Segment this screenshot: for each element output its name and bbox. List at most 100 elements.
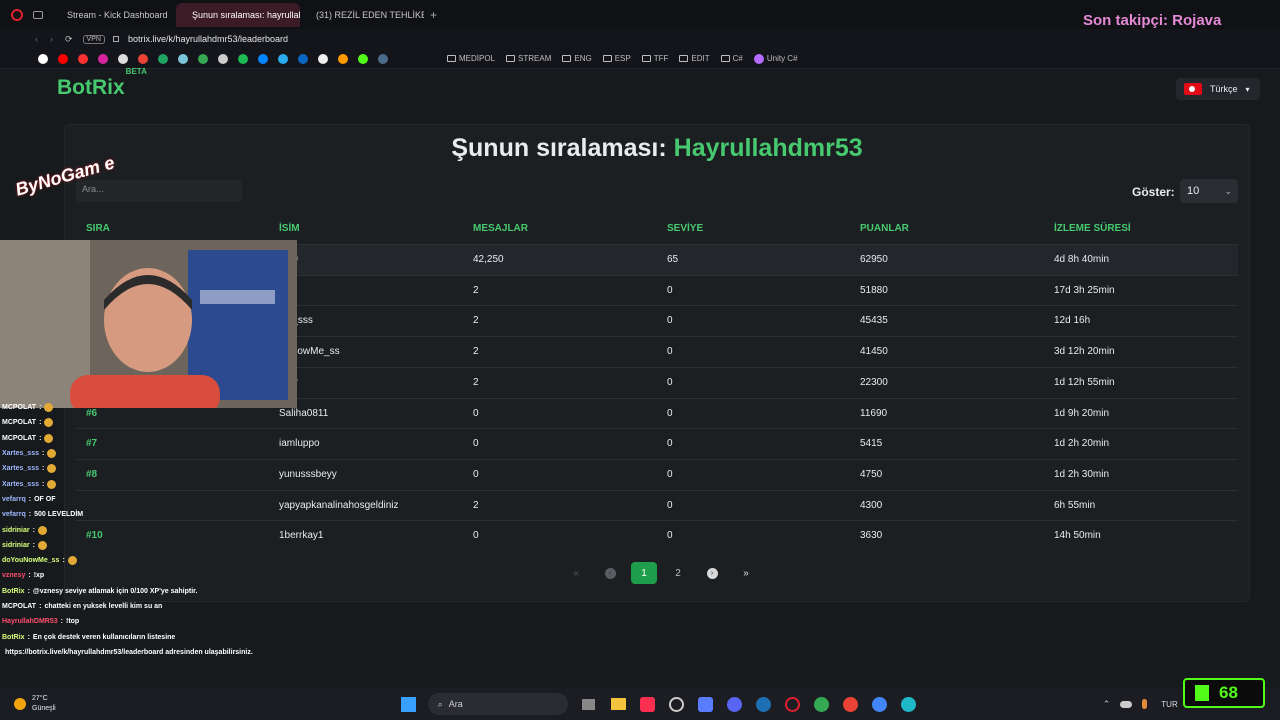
column-header-messages[interactable]: MESAJLAR (473, 223, 528, 234)
opera-icon[interactable] (11, 8, 23, 21)
language-selector[interactable]: Türkçe ▾ (1176, 78, 1260, 100)
reload-icon[interactable]: ⟳ (65, 34, 73, 45)
level-cell: 0 (667, 346, 673, 358)
chat-username: sidriniar (2, 541, 30, 549)
cloud-icon[interactable] (1120, 700, 1133, 708)
github-icon[interactable] (318, 53, 328, 64)
last-page-button[interactable]: » (733, 562, 759, 584)
maps-icon[interactable] (198, 53, 208, 64)
perplexity-icon[interactable] (178, 53, 188, 64)
emote-icon (44, 403, 54, 413)
discord-icon[interactable] (726, 696, 742, 712)
chat-message: doYouNowMe_ss: (0, 553, 300, 568)
amazon-icon[interactable] (338, 53, 348, 64)
bookmark-medipol[interactable]: MEDİPOL (447, 54, 495, 63)
gmail-icon[interactable] (138, 53, 148, 64)
previous-page-button[interactable]: ‹ (597, 562, 623, 584)
back-icon[interactable]: ‹ (35, 34, 38, 44)
next-page-button[interactable]: › (699, 562, 725, 584)
youtube-icon[interactable] (78, 53, 88, 64)
messages-cell: 0 (473, 407, 479, 419)
chat-message: vznesy: !xp (0, 568, 300, 583)
opera-icon[interactable] (784, 696, 800, 712)
messenger-icon[interactable] (258, 53, 268, 64)
search-input[interactable]: Ara... (76, 180, 242, 202)
messages-cell: 0 (473, 438, 479, 450)
messages-cell: 2 (473, 315, 479, 327)
workspaces-icon[interactable] (33, 10, 43, 19)
sun-icon (14, 698, 26, 710)
x-icon[interactable] (118, 53, 128, 64)
windows-start-icon[interactable] (400, 696, 416, 712)
bookmark-tff[interactable]: TFF (641, 54, 668, 63)
weather-temp: 27°C (32, 695, 48, 702)
chat-message: sidriniar: (0, 538, 300, 553)
page-2-button[interactable]: 2 (665, 562, 691, 584)
new-tab-plus-icon[interactable]: + (430, 8, 437, 22)
column-header-level[interactable]: SEVİYE (667, 223, 703, 234)
chat-separator: : (41, 480, 45, 488)
bookmark-edit[interactable]: EDIT (679, 54, 710, 63)
tab-leaderboard[interactable]: Şunun sıralaması: hayrullah (176, 2, 300, 27)
music-icon[interactable] (639, 696, 655, 712)
level-cell: 0 (667, 407, 673, 419)
linkedin-icon[interactable] (298, 53, 308, 64)
youtube-icon[interactable] (58, 53, 68, 64)
google-icon[interactable] (38, 53, 48, 64)
column-header-watch-time[interactable]: İZLEME SÜRESİ (1054, 223, 1131, 234)
watch-time-cell: 12d 16h (1054, 315, 1091, 327)
steam-icon[interactable] (378, 53, 388, 64)
column-header-name[interactable]: İSİM (279, 223, 300, 234)
chatgpt-icon[interactable] (218, 53, 228, 64)
chrome-icon[interactable] (842, 696, 858, 712)
bookmark-icons (33, 53, 393, 64)
botrix-logo[interactable]: BotRixBETA (57, 67, 147, 100)
app-icon[interactable] (668, 696, 684, 712)
file-explorer-icon[interactable] (610, 698, 626, 710)
emote-icon (47, 449, 57, 459)
chat-username: MCPOLAT (2, 434, 37, 442)
watch-time-cell: 6h 55min (1054, 499, 1096, 511)
vpn-badge[interactable]: VPN (82, 34, 105, 44)
chat-message: vefarrq: OF OF (0, 492, 300, 507)
drive-icon[interactable] (158, 53, 168, 64)
tray-chevron-up-icon[interactable]: ⌃ (1103, 699, 1111, 710)
bookmark-stream[interactable]: STREAM (506, 54, 551, 63)
weather-widget[interactable]: 27°C Güneşli (32, 694, 56, 714)
page-1-button[interactable]: 1 (631, 562, 657, 584)
bookmark-esp[interactable]: ESP (602, 54, 631, 63)
page-size-value: 10 (1187, 185, 1200, 197)
bookmark-eng[interactable]: ENG (562, 54, 592, 63)
points-cell: 51880 (860, 284, 888, 296)
watch-time-cell: 1d 12h 55min (1054, 376, 1115, 388)
chrome-icon[interactable] (813, 696, 829, 712)
column-header-rank[interactable]: SIRA (86, 223, 110, 234)
first-page-button[interactable]: « (563, 562, 589, 584)
app-icon[interactable] (697, 696, 713, 712)
column-header-points[interactable]: PUANLAR (860, 223, 909, 234)
chat-message: MCPOLAT: (0, 431, 300, 446)
taskbar-search[interactable]: ⌕ Ara (427, 693, 568, 715)
chat-username: BotRix (2, 633, 25, 641)
page-size-select[interactable]: 10 ⌄ (1180, 179, 1238, 203)
steam-icon[interactable] (755, 696, 771, 712)
chat-separator: : (28, 572, 31, 580)
tab-youtube[interactable]: (31) REZİL EDEN TEHLİKELİ (300, 3, 424, 27)
tab-kick-dashboard[interactable]: Stream - Kick Dashboard (51, 3, 176, 27)
chat-message: sidriniar: (0, 522, 300, 537)
kick-icon[interactable] (358, 53, 368, 64)
messages-cell: 2 (473, 284, 479, 296)
edge-icon[interactable] (900, 696, 916, 712)
instagram-icon[interactable] (98, 53, 108, 64)
chrome-icon[interactable] (871, 696, 887, 712)
url-field[interactable]: botrix.live/k/hayrullahdmr53/leaderboard (128, 34, 288, 44)
telegram-icon[interactable] (278, 53, 288, 64)
input-language[interactable]: TUR (1161, 700, 1177, 709)
task-view-icon[interactable] (581, 698, 595, 710)
bookmark-unity[interactable]: Unity C# (753, 53, 798, 64)
points-cell: 4300 (860, 499, 883, 511)
spotify-icon[interactable] (238, 53, 248, 64)
forward-icon[interactable]: › (50, 34, 53, 44)
microphone-icon[interactable] (1142, 699, 1148, 709)
bookmark-csharp[interactable]: C# (720, 54, 743, 63)
